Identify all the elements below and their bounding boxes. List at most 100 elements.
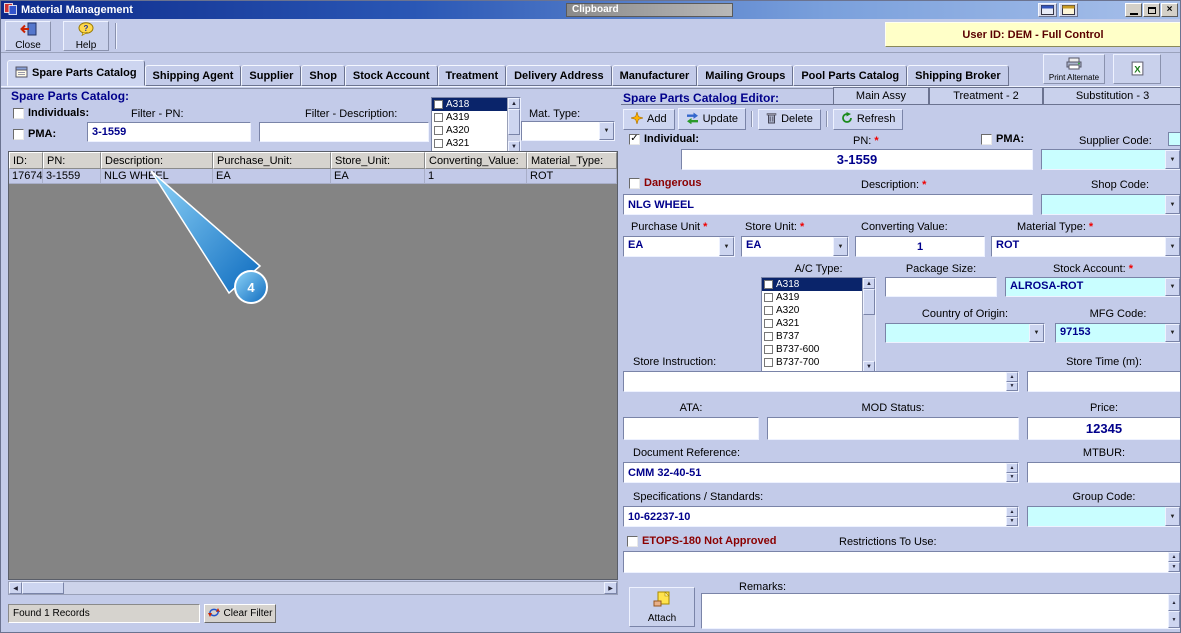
list-item-a318[interactable]: A318 [762,278,875,291]
dropdown-arrow-icon[interactable]: ▼ [833,237,848,256]
specifications-input[interactable] [624,507,1018,526]
window-shortcut-icon-2[interactable] [1059,3,1078,17]
tab-treatment-2[interactable]: Treatment - 2 [929,87,1043,104]
dropdown-arrow-icon[interactable]: ▼ [1165,237,1180,256]
mod-status-input[interactable] [768,418,1018,439]
tab-shop[interactable]: Shop [301,65,345,86]
add-button[interactable]: Add [623,109,675,130]
attach-button[interactable]: Attach [629,587,695,627]
scroll-left-icon[interactable]: ◀ [9,582,22,594]
list-item-b737[interactable]: B737 [762,330,875,343]
tab-treatment[interactable]: Treatment [438,65,507,86]
close-button[interactable]: Close [5,21,51,51]
tab-shipping-broker[interactable]: Shipping Broker [907,65,1009,86]
tab-stock-account[interactable]: Stock Account [345,65,438,86]
update-button[interactable]: Update [678,108,746,130]
dropdown-arrow-icon[interactable]: ▼ [1165,278,1180,296]
spinner[interactable]: ▲▼ [1006,372,1018,391]
dropdown-arrow-icon[interactable]: ▼ [1029,324,1044,342]
spinner[interactable]: ▲▼ [1168,594,1180,628]
country-of-origin-select[interactable]: ▼ [885,323,1045,343]
mfg-code-select[interactable]: 97153 ▼ [1055,323,1181,343]
spinner[interactable]: ▲▼ [1006,463,1018,482]
pma-checkbox[interactable]: PMA: [981,133,1024,145]
tab-spare-parts-catalog[interactable]: Spare Parts Catalog [7,60,145,86]
minimize-button[interactable] [1125,3,1142,17]
tab-main-assy[interactable]: Main Assy [833,87,929,104]
stock-account-select[interactable]: ALROSA-ROT ▼ [1005,277,1181,297]
tab-pool-parts-catalog[interactable]: Pool Parts Catalog [793,65,907,86]
vertical-scrollbar[interactable]: ▲▼ [507,98,520,152]
list-item-b737-600[interactable]: B737-600 [762,343,875,356]
horizontal-scrollbar[interactable]: ◀ ▶ [8,581,618,595]
tab-delivery-address[interactable]: Delivery Address [506,65,611,86]
list-item-a321[interactable]: A321 [762,317,875,330]
tab-manufacturer[interactable]: Manufacturer [612,65,698,86]
dropdown-arrow-icon[interactable]: ▼ [1165,507,1180,526]
delete-button[interactable]: Delete [758,109,821,130]
scroll-right-icon[interactable]: ▶ [604,582,617,594]
vertical-scrollbar[interactable]: ▲▼ [862,278,875,372]
dropdown-arrow-icon[interactable]: ▼ [719,237,734,256]
material-type-select[interactable]: ROT ▼ [991,236,1181,257]
pma-checkbox[interactable]: PMA: [13,128,56,140]
column-header-purchase-unit[interactable]: Purchase_Unit: [213,152,331,169]
ata-input[interactable] [624,418,758,439]
table-row[interactable]: 17674 3-1559 NLG WHEEL EA EA 1 ROT [9,169,617,184]
supplier-code-select[interactable]: ▼ [1041,149,1181,170]
purchase-unit-select[interactable]: EA ▼ [623,236,735,257]
individual-checkbox[interactable]: ✓ Individual: [629,133,699,145]
mtbur-input[interactable] [1028,463,1180,482]
close-window-button[interactable]: × [1161,3,1178,17]
tab-shipping-agent[interactable]: Shipping Agent [145,65,242,86]
scrollbar-thumb[interactable] [863,289,875,315]
list-item-a320[interactable]: A320 [762,304,875,317]
filter-pn-input[interactable] [88,123,250,141]
dropdown-arrow-icon[interactable]: ▼ [1165,195,1180,214]
individuals-checkbox[interactable]: Individuals: [13,107,89,119]
column-header-id[interactable]: ID: [9,152,43,169]
export-excel-button[interactable]: X [1113,54,1161,84]
group-code-select[interactable]: ▼ [1027,506,1181,527]
column-header-converting-value[interactable]: Converting_Value: [425,152,527,169]
description-input[interactable] [624,195,1032,214]
clipboard-child-window[interactable]: Clipboard [566,3,733,17]
dangerous-checkbox[interactable]: Dangerous [629,177,701,189]
document-reference-input[interactable] [624,463,1018,482]
scrollbar-thumb[interactable] [22,582,64,594]
column-header-pn[interactable]: PN: [43,152,101,169]
supplier-code-lookup[interactable] [1168,132,1181,146]
column-header-description[interactable]: Description: [101,152,213,169]
filter-description-input[interactable] [260,123,428,141]
refresh-button[interactable]: Refresh [833,109,904,130]
restrictions-input[interactable] [624,552,1180,572]
restore-button[interactable] [1143,3,1160,17]
tab-substitution-3[interactable]: Substitution - 3 [1043,87,1181,104]
store-time-input[interactable] [1028,372,1180,391]
shop-code-select[interactable]: ▼ [1041,194,1181,215]
price-input[interactable] [1028,418,1180,439]
column-header-material-type[interactable]: Material_Type: [527,152,617,169]
tab-mailing-groups[interactable]: Mailing Groups [697,65,793,86]
store-unit-select[interactable]: EA ▼ [741,236,849,257]
scroll-up-icon[interactable]: ▲ [863,278,875,289]
remarks-input[interactable] [702,594,1180,628]
store-instruction-input[interactable] [624,372,1018,391]
converting-value-input[interactable] [856,237,984,256]
etops-checkbox[interactable]: ETOPS-180 Not Approved [627,535,776,547]
list-item-b737-700[interactable]: B737-700 [762,356,875,369]
clear-filter-button[interactable]: Clear Filter [204,604,276,623]
tab-supplier[interactable]: Supplier [241,65,301,86]
spinner[interactable]: ▲▼ [1168,552,1180,572]
dropdown-arrow-icon[interactable]: ▼ [1165,324,1180,342]
dropdown-arrow-icon[interactable]: ▼ [1165,150,1180,169]
scrollbar-thumb[interactable] [508,109,520,135]
help-button[interactable]: ? Help [63,21,109,51]
pn-input[interactable] [682,150,1032,169]
column-header-store-unit[interactable]: Store_Unit: [331,152,425,169]
dropdown-arrow-icon[interactable]: ▼ [599,122,614,140]
list-item-a319[interactable]: A319 [762,291,875,304]
spinner[interactable]: ▲▼ [1006,507,1018,526]
window-shortcut-icon-1[interactable] [1038,3,1057,17]
print-alternate-button[interactable]: Print Alternate [1043,54,1105,84]
